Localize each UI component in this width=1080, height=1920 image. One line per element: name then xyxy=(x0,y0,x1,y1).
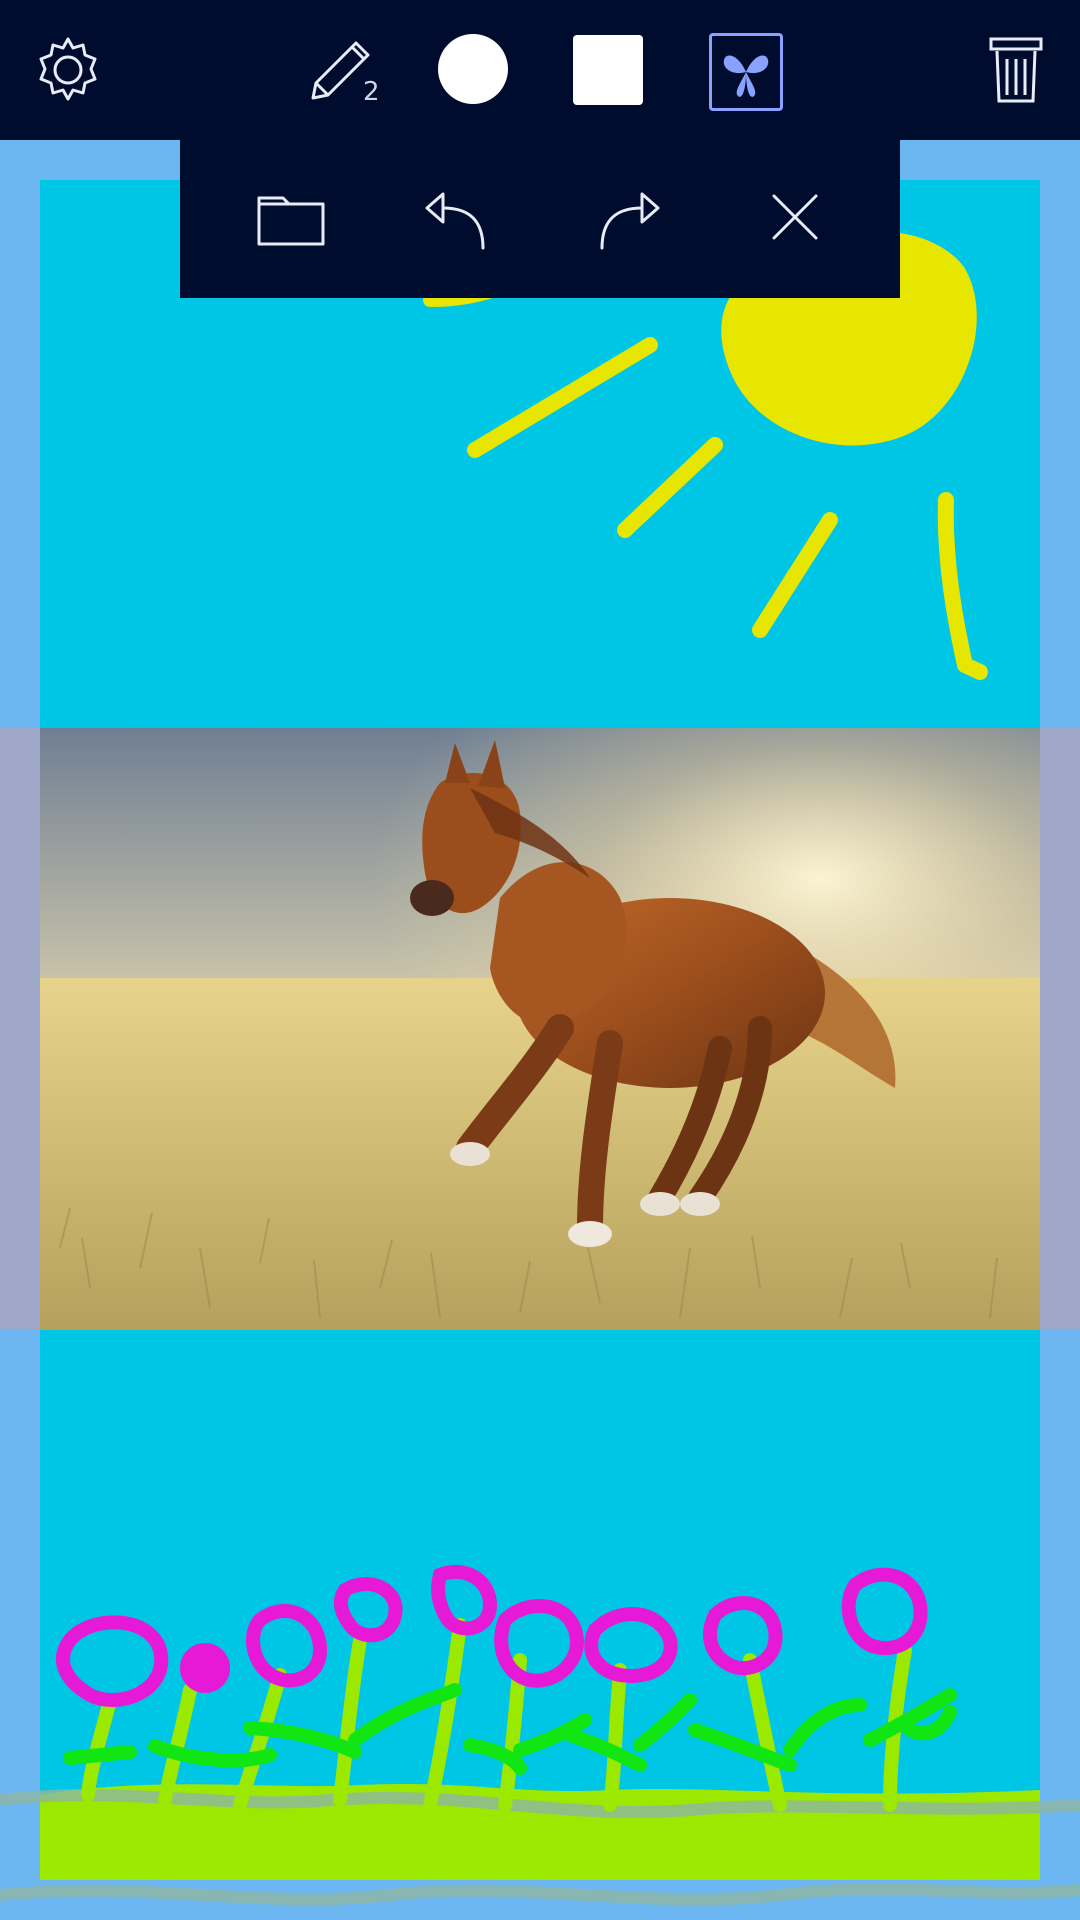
undo-button[interactable] xyxy=(410,172,500,262)
pencil-tool-button[interactable]: 2 xyxy=(295,30,390,115)
trash-button[interactable] xyxy=(976,30,1056,110)
pencil-size-label: 2 xyxy=(363,77,380,107)
close-panel-button[interactable] xyxy=(750,172,840,262)
open-folder-button[interactable] xyxy=(246,172,336,262)
circle-color-icon xyxy=(438,34,508,104)
color-picker-button[interactable] xyxy=(436,32,510,106)
butterfly-sticker-icon xyxy=(723,55,769,97)
shape-tool-button[interactable] xyxy=(572,34,644,106)
file-actions-panel xyxy=(180,140,900,298)
redo-button[interactable] xyxy=(585,172,675,262)
sticker-tool-button[interactable] xyxy=(709,33,783,111)
redo-icon xyxy=(600,192,660,250)
horse-photo xyxy=(0,728,1080,1330)
top-toolbar: 2 xyxy=(0,0,1080,140)
gear-icon[interactable] xyxy=(28,30,108,110)
trash-icon xyxy=(989,37,1043,103)
close-icon xyxy=(772,194,818,240)
inserted-photo[interactable] xyxy=(0,728,1080,1330)
undo-icon xyxy=(425,192,485,250)
square-icon xyxy=(573,35,643,105)
folder-icon xyxy=(257,196,325,246)
